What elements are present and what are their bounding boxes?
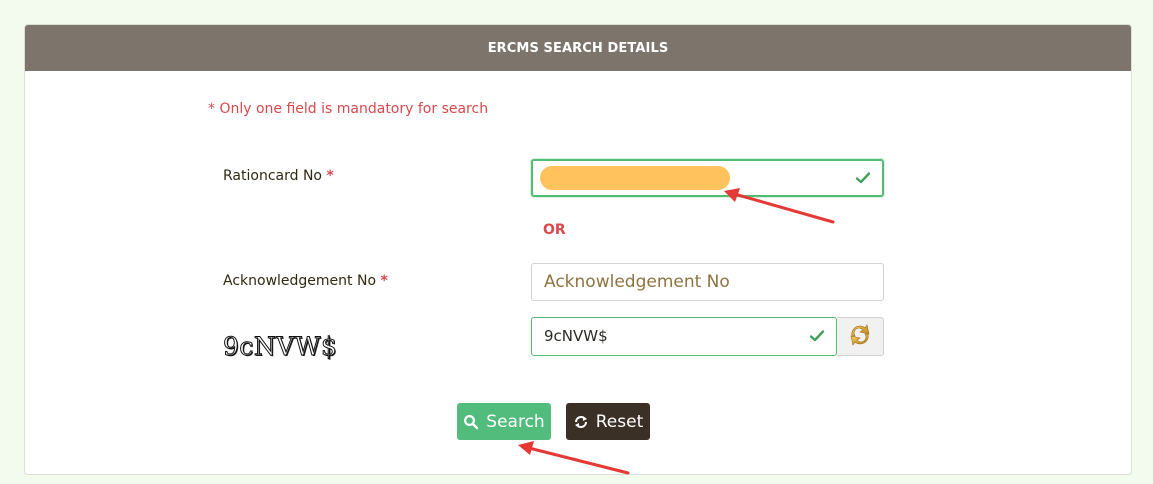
search-icon (463, 414, 479, 430)
or-label: OR (543, 222, 566, 238)
captcha-refresh-button[interactable] (837, 317, 884, 356)
redacted-value (540, 166, 730, 190)
captcha-input[interactable]: 9cNVW$ (531, 317, 837, 356)
acknowledgement-label: Acknowledgement No * (223, 273, 388, 289)
acknowledgement-label-text: Acknowledgement No (223, 273, 377, 289)
panel-header: ERCMS SEARCH DETAILS (25, 25, 1131, 71)
captcha-input-value: 9cNVW$ (544, 327, 608, 345)
rationcard-label: Rationcard No * (223, 168, 334, 184)
required-marker: * (380, 273, 388, 289)
rationcard-label-text: Rationcard No (223, 168, 322, 184)
search-button[interactable]: Search (457, 403, 551, 440)
panel-title: ERCMS SEARCH DETAILS (487, 40, 669, 56)
reset-button-label: Reset (595, 411, 644, 432)
refresh-icon (846, 321, 874, 353)
required-marker: * (326, 168, 334, 184)
reset-button[interactable]: Reset (566, 403, 650, 440)
search-button-label: Search (486, 411, 545, 432)
check-icon (854, 169, 872, 187)
refresh-icon (573, 414, 589, 430)
search-panel: ERCMS SEARCH DETAILS * Only one field is… (24, 24, 1132, 475)
check-icon (808, 327, 826, 345)
mandatory-note: * Only one field is mandatory for search (208, 101, 489, 117)
acknowledgement-input[interactable] (531, 263, 884, 301)
rationcard-input[interactable] (531, 159, 884, 197)
captcha-image: 9cNVW$ (222, 332, 338, 362)
